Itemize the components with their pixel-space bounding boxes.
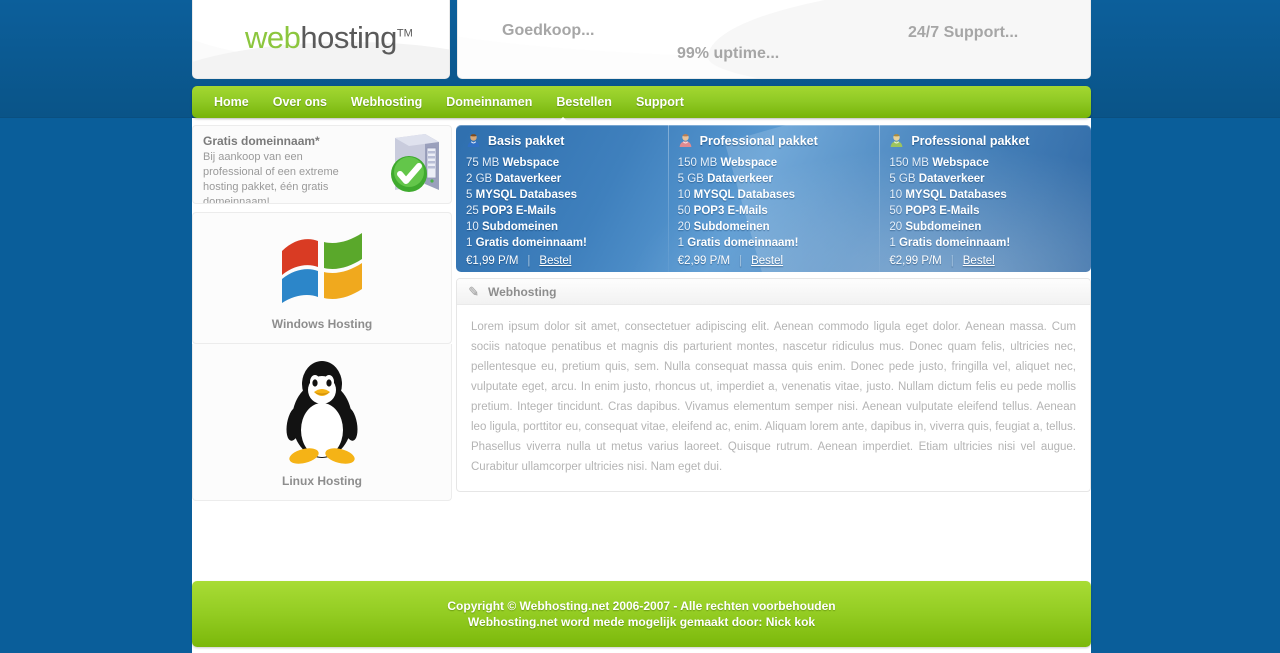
package-header: Basis pakket [466, 133, 656, 148]
nav-item-home[interactable]: Home [202, 86, 261, 118]
package-feature: 10 Subdomeinen [466, 221, 559, 233]
package-price: €2,99 P/M [677, 255, 731, 267]
nav-item-over-ons[interactable]: Over ons [261, 86, 339, 118]
package-price-row: €2,99 P/M | Bestel [889, 255, 1079, 267]
package-feature: 5 MYSQL Databases [466, 189, 578, 201]
user-green-icon [890, 134, 903, 147]
package-feature: 20 Subdomeinen [677, 221, 770, 233]
package-title: Professional pakket [911, 133, 1030, 148]
package-feature: 50 POP3 E-Mails [677, 205, 768, 217]
order-link-professional-2[interactable]: Bestel [963, 255, 995, 267]
windows-hosting-label: Windows Hosting [271, 317, 373, 331]
package-separator: | [950, 255, 954, 267]
package-feature: 25 POP3 E-Mails [466, 205, 557, 217]
logo-text-web: web [245, 20, 301, 55]
package-feature: 1 Gratis domeinnaam! [677, 237, 799, 249]
package-card-professional-1[interactable]: Professional pakket 150 MB Webspace 5 GB… [667, 125, 880, 272]
package-feature: 5 GB Dataverkeer [889, 173, 985, 185]
linux-penguin-icon [286, 361, 358, 464]
tagline-cheap: Goedkoop... [502, 22, 595, 39]
order-link-basis[interactable]: Bestel [539, 255, 571, 267]
windows-hosting-option[interactable]: Windows Hosting [192, 212, 452, 344]
package-price: €1,99 P/M [466, 255, 519, 267]
promo-title: Gratis domeinnaam* [203, 134, 320, 148]
package-card-basis[interactable]: Basis pakket 75 MB Webspace 2 GB Dataver… [456, 125, 668, 272]
site-footer: Copyright © Webhosting.net 2006-2007 - A… [192, 581, 1091, 647]
logo-text-hosting: hosting [300, 20, 397, 55]
page-shell: webhostingTM Goedkoop... 99% uptime... 2… [192, 0, 1091, 653]
package-separator: | [739, 255, 743, 267]
server-check-icon [391, 134, 439, 192]
free-domain-promo: Gratis domeinnaam* Bij aankoop van een p… [192, 125, 452, 204]
package-title: Basis pakket [488, 133, 565, 148]
footer-copyright: Copyright © Webhosting.net 2006-2007 - A… [447, 599, 836, 613]
main-navigation[interactable]: Home Over ons Webhosting Domeinnamen Bes… [192, 86, 1091, 118]
order-link-professional-1[interactable]: Bestel [751, 255, 783, 267]
windows-logo-icon [282, 233, 362, 303]
pencil-icon [469, 286, 478, 296]
nav-item-domeinnamen[interactable]: Domeinnamen [434, 86, 544, 118]
package-header: Professional pakket [889, 133, 1079, 148]
content-panel-header: Webhosting [457, 279, 1090, 305]
left-sidebar: Gratis domeinnaam* Bij aankoop van een p… [192, 125, 452, 501]
package-feature: 2 GB Dataverkeer [466, 173, 562, 185]
package-separator: | [527, 255, 531, 267]
package-feature: 150 MB Webspace [889, 157, 989, 169]
user-blue-icon [467, 134, 480, 147]
package-title: Professional pakket [699, 133, 818, 148]
package-feature: 10 MYSQL Databases [889, 189, 1007, 201]
package-feature: 5 GB Dataverkeer [677, 173, 773, 185]
package-feature: 1 Gratis domeinnaam! [466, 237, 587, 249]
package-card-professional-2[interactable]: Professional pakket 150 MB Webspace 5 GB… [879, 125, 1091, 272]
nav-item-webhosting[interactable]: Webhosting [339, 86, 434, 118]
nav-item-bestellen[interactable]: Bestellen [544, 86, 624, 118]
linux-hosting-option[interactable]: Linux Hosting [192, 344, 452, 501]
promo-description: Bij aankoop van een professional of een … [203, 151, 339, 204]
package-feature: 20 Subdomeinen [889, 221, 982, 233]
content-panel-body: Lorem ipsum dolor sit amet, consectetuer… [471, 321, 1076, 473]
package-price-row: €1,99 P/M | Bestel [466, 255, 656, 267]
tagline-support: 24/7 Support... [908, 24, 1019, 41]
hosting-packages-panel: Basis pakket 75 MB Webspace 2 GB Dataver… [456, 125, 1091, 272]
content-panel-title: Webhosting [488, 284, 557, 299]
linux-hosting-label: Linux Hosting [282, 474, 362, 488]
logo-container[interactable]: webhostingTM [192, 0, 450, 79]
content-panel: Webhosting Lorem ipsum dolor sit amet, c… [456, 278, 1091, 492]
package-header: Professional pakket [678, 133, 868, 148]
package-feature: 150 MB Webspace [677, 157, 778, 169]
package-feature: 75 MB Webspace [466, 157, 560, 169]
package-price-row: €2,99 P/M | Bestel [678, 255, 868, 267]
site-logo[interactable]: webhostingTM [245, 20, 413, 56]
user-red-icon [679, 134, 692, 147]
nav-item-support[interactable]: Support [624, 86, 696, 118]
site-header: webhostingTM Goedkoop... 99% uptime... 2… [192, 0, 1091, 80]
tagline-banner: Goedkoop... 99% uptime... 24/7 Support..… [457, 0, 1091, 79]
package-price: €2,99 P/M [889, 255, 942, 267]
package-feature: 10 MYSQL Databases [677, 189, 796, 201]
tagline-uptime: 99% uptime... [677, 45, 780, 62]
package-feature: 50 POP3 E-Mails [889, 205, 980, 217]
trademark-symbol: TM [396, 27, 413, 40]
footer-credit: Webhosting.net word mede mogelijk gemaak… [467, 615, 816, 629]
active-nav-pointer-icon [556, 117, 570, 124]
package-feature: 1 Gratis domeinnaam! [889, 237, 1011, 249]
